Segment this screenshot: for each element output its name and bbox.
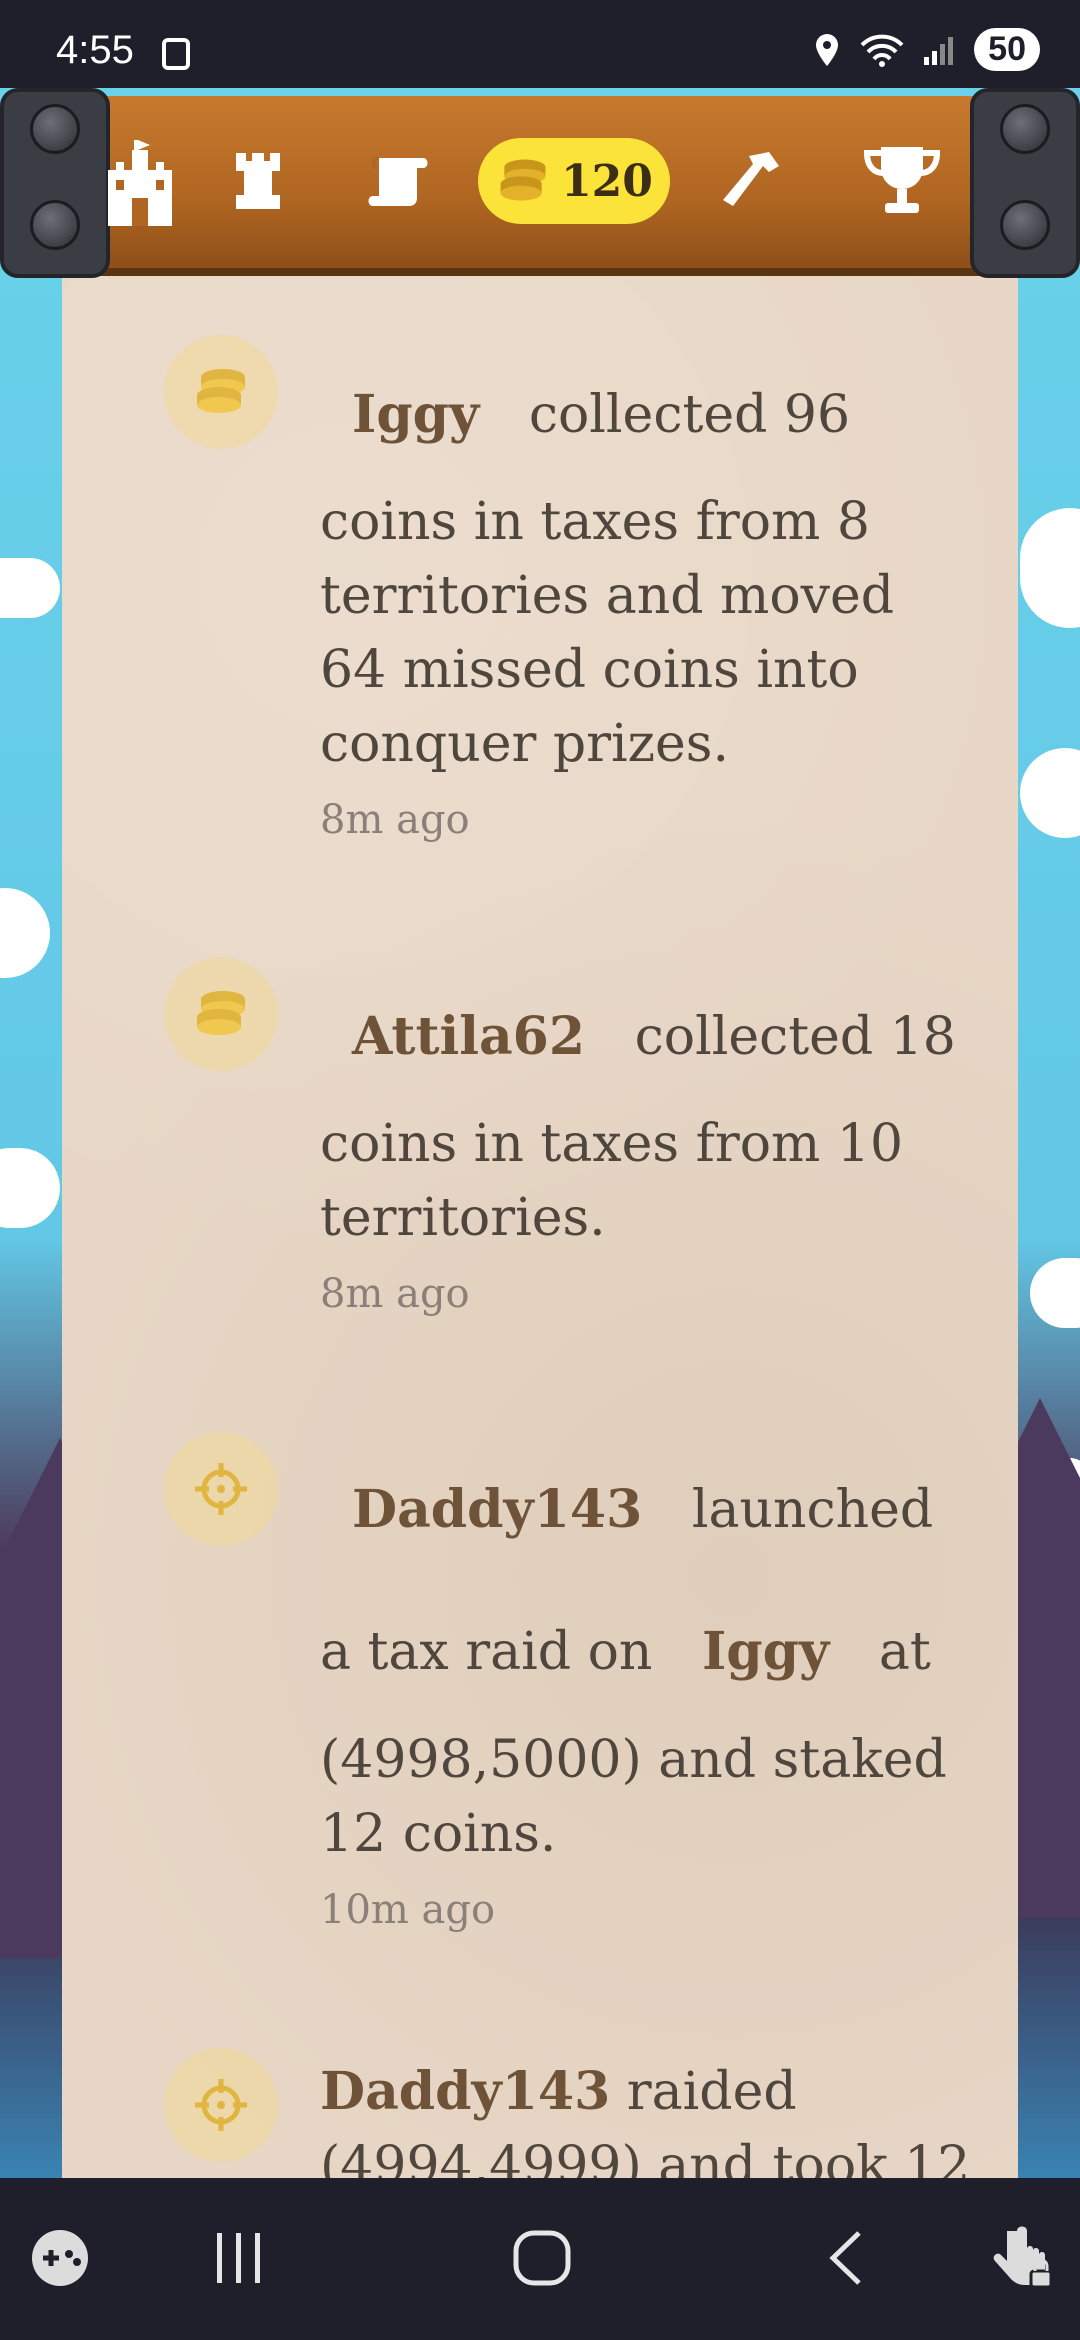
feed-player-name[interactable]: Attila62 [352, 1006, 585, 1067]
recent-apps-button[interactable] [204, 2218, 274, 2298]
crosshair-icon [164, 1432, 278, 1546]
feed-raid-suffix: at [878, 1622, 931, 1682]
system-nav-bar [0, 2178, 1080, 2340]
cloud [0, 1148, 60, 1228]
scroll-icon[interactable] [362, 136, 434, 226]
game-controller-icon[interactable] [20, 2218, 100, 2298]
coin-balance-button[interactable]: 120 [478, 138, 670, 224]
coin-count: 120 [561, 155, 653, 207]
crosshair-icon [164, 2048, 278, 2162]
signal-icon [924, 36, 954, 65]
toolbar-cap-right [970, 88, 1080, 278]
cloud [0, 888, 50, 978]
feed-player-name[interactable]: Iggy [352, 384, 479, 445]
feed-item-body: (4998,5000) and staked 12 coins. [320, 1730, 947, 1864]
trophy-icon[interactable] [860, 136, 944, 226]
feed-raid-prefix: a tax raid on [320, 1622, 653, 1682]
feed-player-name[interactable]: Daddy143 [352, 1479, 642, 1540]
feed-timestamp: 10m ago [320, 1887, 496, 1933]
cloud [1020, 748, 1080, 838]
battery-indicator: 50 [974, 28, 1040, 71]
feed-item-body: (4994,4999) and took 12 [320, 2136, 971, 2178]
wifi-icon [860, 34, 904, 67]
top-toolbar: 120 [0, 88, 1080, 283]
feed-player-name[interactable]: Daddy143 [320, 2061, 610, 2122]
feed-item-body: coins in taxes from 10 territories. [320, 1114, 904, 1248]
coins-icon [164, 957, 278, 1071]
coins-icon [500, 159, 546, 201]
activity-feed-panel[interactable]: Iggy collected 96 coins in taxes from 8 … [62, 175, 1018, 2178]
castle-icon[interactable] [100, 136, 180, 226]
feed-action: launched [691, 1480, 934, 1540]
feed-timestamp: 8m ago [320, 797, 470, 843]
coins-icon [164, 335, 278, 449]
hammer-icon[interactable] [716, 136, 788, 226]
home-button[interactable] [502, 2218, 582, 2298]
cloud [1030, 1258, 1080, 1328]
touch-lock-icon[interactable] [982, 2218, 1062, 2298]
location-icon [816, 33, 839, 66]
feed-action: raided [626, 2062, 797, 2122]
toolbar-cap-left [0, 88, 110, 278]
feed-action: collected 18 [634, 1007, 956, 1067]
feed-action: collected 96 [528, 385, 851, 445]
notification-icon [162, 38, 190, 70]
tower-icon[interactable] [226, 136, 290, 226]
cloud [1020, 508, 1080, 628]
feed-item-body: coins in taxes from 8 territories and mo… [320, 492, 895, 774]
back-button[interactable] [810, 2218, 880, 2298]
status-time: 4:55 [56, 28, 134, 72]
feed-timestamp: 8m ago [320, 1271, 470, 1317]
cloud [0, 558, 60, 618]
feed-target-name[interactable]: Iggy [702, 1621, 829, 1682]
